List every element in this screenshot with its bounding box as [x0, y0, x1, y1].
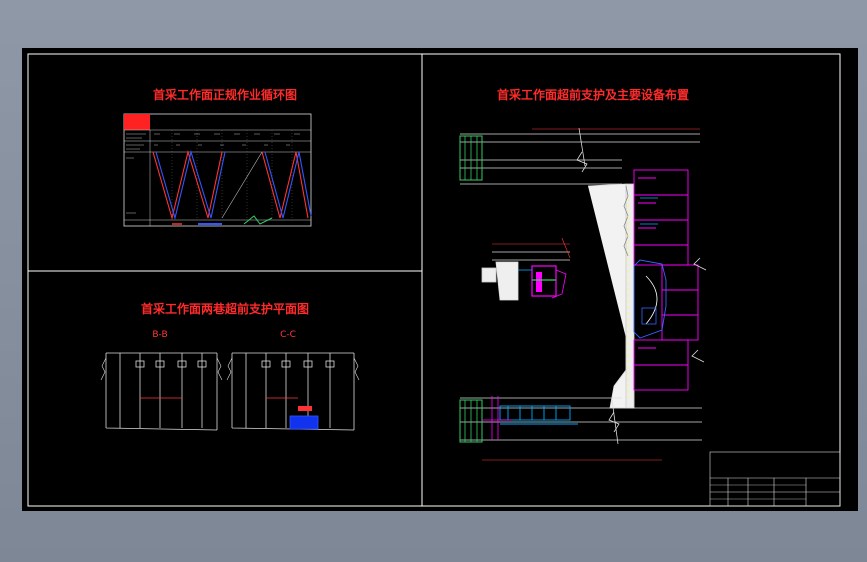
- section-b-label: B-B: [152, 330, 167, 340]
- section-c-drawing: [226, 352, 360, 431]
- drawing-sheet: 首采工作面正规作业循环图 首采工作面两巷超前支护平面图 B-B C-C 首采工作…: [22, 48, 858, 511]
- lower-roadway: [460, 397, 702, 445]
- equipment-block: [289, 415, 319, 430]
- cad-drawing: 首采工作面正规作业循环图 首采工作面两巷超前支护平面图 B-B C-C 首采工作…: [27, 53, 841, 507]
- chart-header-block: [124, 114, 150, 130]
- layout-drawing: [459, 127, 707, 461]
- section-b-drawing: [100, 352, 223, 431]
- upper-roadway: [460, 127, 700, 185]
- cycle-chart: [123, 113, 312, 227]
- plan-title: 首采工作面两巷超前支护平面图: [141, 301, 309, 316]
- section-c-label: C-C: [280, 330, 296, 340]
- layout-title: 首采工作面超前支护及主要设备布置: [497, 87, 689, 102]
- cycle-chart-title: 首采工作面正规作业循环图: [153, 87, 297, 102]
- lower-conveyor: [499, 405, 578, 425]
- title-block: [709, 451, 841, 507]
- detail-inset: [481, 237, 571, 301]
